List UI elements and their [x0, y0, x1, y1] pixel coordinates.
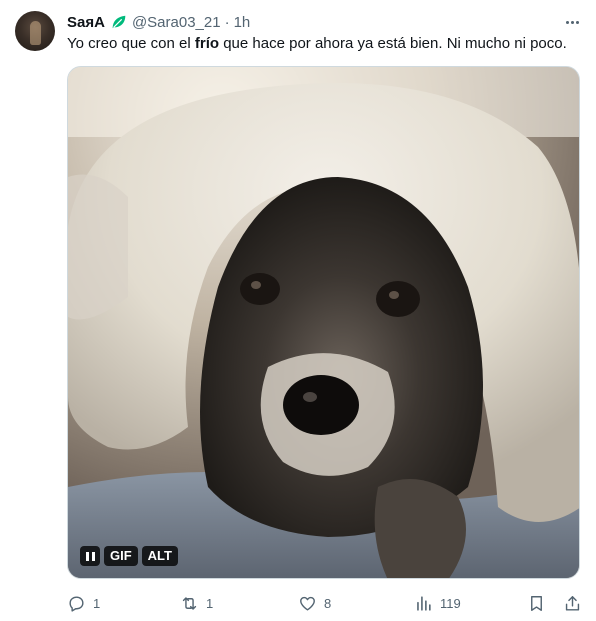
like-button[interactable]: 8	[298, 592, 331, 614]
tweet-text-start: Yo creo que con el	[67, 35, 195, 52]
gif-media[interactable]	[67, 66, 580, 579]
pause-icon	[85, 551, 89, 561]
tweet-actions: 1 1 8 119	[67, 592, 583, 614]
views-icon	[417, 595, 431, 611]
retweet-icon	[182, 596, 197, 610]
tweet-text-end: que hace por ahora ya está bien. Ni much…	[219, 35, 567, 52]
retweet-count: 1	[206, 595, 214, 611]
bookmark-button[interactable]	[527, 592, 546, 614]
dog-blanket-image	[68, 67, 579, 578]
separator-dot: ·	[224, 13, 230, 31]
alt-badge[interactable]: ALT	[141, 546, 178, 566]
gif-badge: GIF	[104, 546, 138, 566]
views-count: 119	[440, 595, 461, 611]
avatar[interactable]	[15, 11, 55, 51]
tweet-text-bold: frío	[194, 35, 220, 52]
share-button[interactable]	[563, 592, 582, 614]
heart-icon	[300, 596, 315, 611]
reply-icon	[69, 595, 84, 612]
retweet-button[interactable]: 1	[180, 592, 213, 614]
views-button[interactable]: 119	[414, 592, 461, 614]
tweet[interactable]: SaяA @Sara03_21 · 1h Yo creo que con el …	[0, 0, 596, 621]
timestamp[interactable]: 1h	[234, 14, 251, 31]
more-dots-icon	[565, 20, 569, 24]
pause-button[interactable]	[80, 546, 100, 566]
more-options-button[interactable]	[561, 12, 583, 32]
leaf-icon	[110, 13, 128, 31]
media-badges: GIF ALT	[80, 546, 178, 566]
share-icon	[565, 595, 580, 611]
tweet-header: SaяA @Sara03_21 · 1h	[67, 12, 250, 32]
display-name[interactable]: SaяA	[67, 14, 105, 31]
tweet-text: Yo creo que con el frío que hace por aho…	[67, 34, 567, 54]
user-handle[interactable]: @Sara03_21	[132, 14, 221, 31]
reply-count: 1	[93, 595, 101, 611]
like-count: 8	[324, 595, 332, 611]
reply-button[interactable]: 1	[67, 592, 100, 614]
bookmark-icon	[531, 595, 542, 611]
